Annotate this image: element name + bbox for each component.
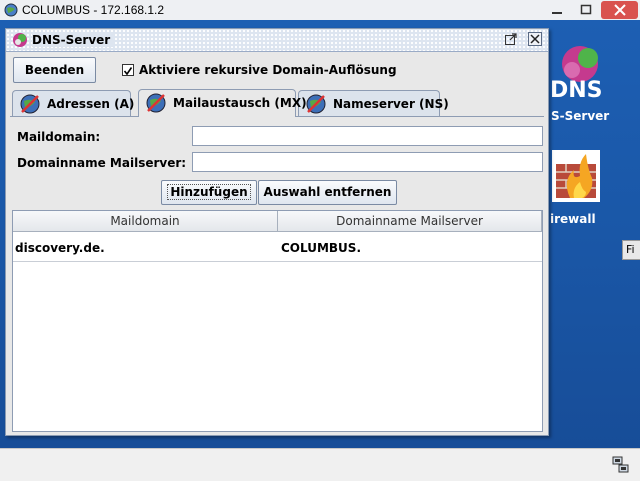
minimize-button[interactable] — [543, 1, 570, 19]
tab-mail-exchange-label: Mailaustausch (MX) — [173, 96, 307, 110]
dialog-title: DNS-Server — [32, 33, 115, 47]
maildomain-label: Maildomain: — [17, 130, 101, 144]
dns-server-desktop-label[interactable]: S-Server — [551, 109, 609, 123]
network-tray-icon[interactable] — [612, 456, 630, 474]
firewall-desktop-icon[interactable] — [552, 150, 600, 202]
maximize-button[interactable] — [572, 1, 599, 19]
popout-button[interactable] — [504, 32, 518, 46]
mx-records-table: Maildomain Domainname Mailserver discove… — [12, 210, 543, 432]
app-globe-icon — [4, 3, 18, 17]
maildomain-field[interactable] — [192, 126, 543, 146]
column-header-maildomain[interactable]: Maildomain — [13, 211, 278, 232]
maximize-icon — [580, 4, 591, 15]
dns-server-desktop-icon[interactable]: DNS — [548, 42, 608, 100]
close-icon — [613, 4, 626, 16]
dialog-close-icon — [530, 34, 540, 44]
dns-globe-icon — [13, 33, 27, 47]
checkmark-icon — [123, 67, 133, 76]
dns-icon-text: DNS — [550, 78, 603, 100]
edge-panel-tab[interactable]: Fi — [622, 240, 640, 260]
dialog-titlebar[interactable]: DNS-Server — [6, 29, 548, 52]
tab-addresses[interactable]: Adressen (A) — [12, 90, 135, 116]
table-cell-mailserver[interactable]: COLUMBUS. — [281, 241, 361, 255]
tab-addresses-label: Adressen (A) — [47, 97, 135, 111]
table-cell-maildomain[interactable]: discovery.de. — [15, 241, 105, 255]
globe-tab-icon — [20, 94, 40, 114]
dialog-close-button[interactable] — [528, 32, 542, 46]
add-button[interactable]: Hinzufügen — [161, 180, 257, 205]
status-bar — [0, 448, 640, 481]
column-header-mailserver[interactable]: Domainname Mailserver — [278, 211, 542, 232]
os-window-title: COLUMBUS - 172.168.1.2 — [22, 3, 165, 17]
mailserver-label: Domainname Mailserver: — [17, 156, 187, 170]
add-button-label: Hinzufügen — [167, 184, 251, 200]
dns-server-dialog: DNS-Server Beenden Aktiviere rekursive D… — [5, 28, 549, 436]
mailserver-field[interactable] — [192, 152, 543, 172]
table-row[interactable] — [13, 261, 542, 262]
globe-tab-icon — [306, 94, 326, 114]
popout-icon — [505, 33, 517, 45]
tab-mail-exchange[interactable]: Mailaustausch (MX) — [138, 89, 307, 117]
quit-button[interactable]: Beenden — [13, 57, 96, 83]
tab-nameserver-label: Nameserver (NS) — [333, 97, 449, 111]
minimize-icon — [551, 12, 562, 14]
close-button[interactable] — [601, 1, 638, 19]
tab-nameserver[interactable]: Nameserver (NS) — [298, 90, 449, 116]
firewall-desktop-label[interactable]: irewall — [550, 212, 596, 226]
recursive-resolution-checkbox[interactable] — [122, 64, 134, 76]
globe-tab-icon — [146, 93, 166, 113]
os-titlebar: COLUMBUS - 172.168.1.2 — [0, 0, 640, 21]
remove-selection-button[interactable]: Auswahl entfernen — [258, 180, 397, 205]
recursive-resolution-label[interactable]: Aktiviere rekursive Domain-Auflösung — [139, 63, 397, 77]
